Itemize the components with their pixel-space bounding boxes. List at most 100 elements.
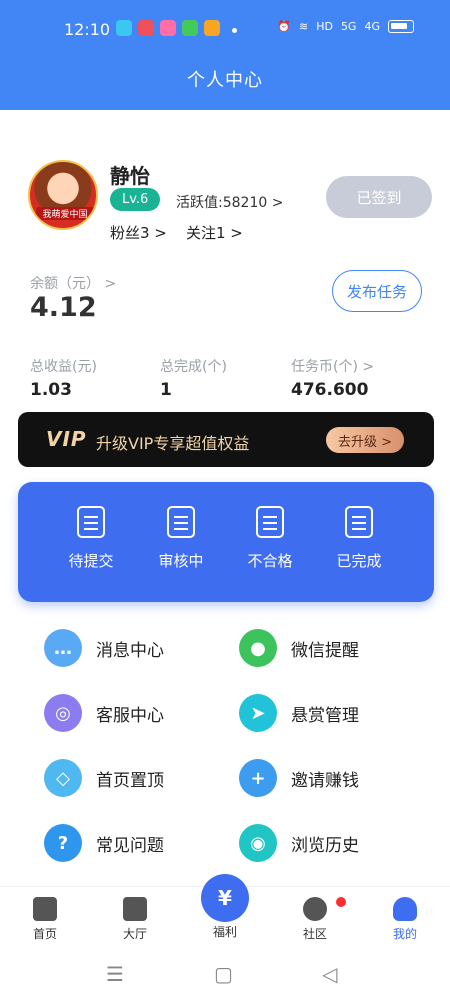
stat-total-completed: 总完成(个) 1 bbox=[160, 356, 227, 400]
hd-icon: HD bbox=[316, 20, 333, 33]
system-status-icons: ⏰ ≋ HD 5G 4G bbox=[277, 20, 414, 33]
app-notification-icon bbox=[116, 20, 132, 36]
clipboard-icon bbox=[77, 506, 105, 538]
menu-item-pin-top[interactable]: ◇ 首页置顶 bbox=[44, 758, 164, 798]
menu-label: 浏览历史 bbox=[291, 835, 359, 856]
wechat-icon: ● bbox=[239, 629, 277, 667]
vip-banner[interactable]: VIP 升级VIP专享超值权益 去升级 > bbox=[18, 412, 434, 467]
app-notification-icon bbox=[138, 20, 154, 36]
task-label: 不合格 bbox=[247, 552, 293, 570]
menu-item-customer-service[interactable]: ◎ 客服中心 bbox=[44, 693, 164, 733]
task-under-review[interactable]: 审核中 bbox=[146, 506, 216, 571]
task-rejected[interactable]: 不合格 bbox=[235, 506, 305, 571]
back-icon[interactable]: ◁ bbox=[322, 962, 337, 986]
nav-label: 福利 bbox=[212, 925, 237, 939]
upgrade-button[interactable]: 去升级 > bbox=[326, 427, 404, 453]
menu-label: 悬赏管理 bbox=[291, 705, 359, 726]
menu-item-wechat[interactable]: ● 微信提醒 bbox=[239, 628, 359, 668]
menu-label: 微信提醒 bbox=[291, 640, 359, 661]
nav-hall[interactable]: 大厅 bbox=[105, 897, 165, 942]
customer-service-icon: ◎ bbox=[44, 694, 82, 732]
notification-icons bbox=[116, 20, 220, 36]
nav-mine[interactable]: 我的 bbox=[375, 897, 435, 942]
header-bar: 12:10 ⏰ ≋ HD 5G 4G 个人中心 bbox=[0, 0, 450, 110]
invite-icon: + bbox=[239, 759, 277, 797]
warning-doc-icon bbox=[256, 506, 284, 538]
menu-label: 常见问题 bbox=[96, 835, 164, 856]
user-icon bbox=[393, 897, 417, 921]
task-pending-submit[interactable]: 待提交 bbox=[56, 506, 126, 571]
menu-label: 客服中心 bbox=[96, 705, 164, 726]
menu-item-history[interactable]: ◉ 浏览历史 bbox=[239, 823, 359, 863]
avatar-caption: 我萌爱中国 bbox=[36, 207, 94, 220]
stats-row: 总收益(元) 1.03 总完成(个) 1 任务币(个) > 476.600 bbox=[30, 356, 430, 400]
task-completed[interactable]: 已完成 bbox=[324, 506, 394, 571]
alarm-icon: ⏰ bbox=[277, 20, 291, 33]
task-status-card: 待提交 审核中 不合格 已完成 bbox=[18, 482, 434, 602]
history-icon: ◉ bbox=[239, 824, 277, 862]
phone-icon bbox=[182, 20, 198, 36]
compass-icon bbox=[303, 897, 327, 921]
task-label: 已完成 bbox=[336, 552, 382, 570]
profile-section: 我萌爱中国 静怡 Lv.6 活跃值:58210 > 粉丝3 > 关注1 > 已签… bbox=[28, 160, 432, 250]
stat-value: 1.03 bbox=[30, 380, 72, 400]
stat-label: 总收益(元) bbox=[30, 359, 97, 375]
nav-home[interactable]: 首页 bbox=[15, 897, 75, 942]
publish-task-button[interactable]: 发布任务 bbox=[332, 270, 422, 312]
follow-link[interactable]: 关注1 > bbox=[186, 222, 243, 243]
nav-label: 首页 bbox=[32, 927, 57, 941]
notification-badge bbox=[336, 897, 346, 907]
signal-icon: 5G bbox=[340, 20, 357, 33]
signal-icon: 4G bbox=[364, 20, 380, 33]
stat-value: 1 bbox=[160, 380, 172, 400]
activity-value-link[interactable]: 活跃值:58210 > bbox=[176, 192, 283, 212]
calendar-icon bbox=[123, 897, 147, 921]
nav-label: 大厅 bbox=[122, 927, 147, 941]
menu-item-faq[interactable]: ? 常见问题 bbox=[44, 823, 164, 863]
stat-value: 476.600 bbox=[291, 380, 369, 400]
faq-icon: ? bbox=[44, 824, 82, 862]
page-title: 个人中心 bbox=[187, 70, 263, 91]
vip-text: 升级VIP专享超值权益 bbox=[96, 434, 250, 453]
stat-total-income: 总收益(元) 1.03 bbox=[30, 356, 97, 400]
send-icon: ➤ bbox=[239, 694, 277, 732]
nav-label: 我的 bbox=[392, 927, 417, 941]
review-icon bbox=[167, 506, 195, 538]
app-notification-icon bbox=[160, 20, 176, 36]
balance-label[interactable]: 余额（元） > bbox=[30, 273, 116, 293]
pin-icon: ◇ bbox=[44, 759, 82, 797]
level-badge: Lv.6 bbox=[110, 188, 161, 211]
battery-icon bbox=[388, 20, 414, 33]
avatar[interactable]: 我萌爱中国 bbox=[28, 160, 98, 230]
wifi-icon: ≋ bbox=[298, 20, 309, 33]
welfare-money-bag-icon[interactable]: ¥ bbox=[201, 874, 249, 922]
status-time: 12:10 bbox=[64, 20, 111, 39]
system-nav-bar: ☰ ▢ ◁ bbox=[0, 948, 450, 1000]
menu-label: 消息中心 bbox=[96, 640, 164, 661]
signed-in-button[interactable]: 已签到 bbox=[326, 176, 432, 218]
home-icon bbox=[33, 897, 57, 921]
vip-logo: VIP bbox=[46, 427, 87, 451]
status-bar: 12:10 ⏰ ≋ HD 5G 4G bbox=[0, 16, 450, 44]
more-dot-icon bbox=[232, 28, 237, 33]
task-label: 待提交 bbox=[68, 552, 114, 570]
nav-welfare[interactable]: 福利 bbox=[195, 923, 255, 940]
stat-task-coins[interactable]: 任务币(个) > 476.600 bbox=[291, 356, 374, 400]
fans-link[interactable]: 粉丝3 > bbox=[110, 222, 167, 243]
menu-item-invite[interactable]: + 邀请赚钱 bbox=[239, 758, 359, 798]
nav-label: 社区 bbox=[302, 927, 327, 941]
task-label: 审核中 bbox=[158, 552, 204, 570]
check-doc-icon bbox=[345, 506, 373, 538]
weibo-icon bbox=[204, 20, 220, 36]
stat-label: 总完成(个) bbox=[160, 359, 227, 375]
home-square-icon[interactable]: ▢ bbox=[214, 962, 233, 986]
menu-label: 首页置顶 bbox=[96, 770, 164, 791]
user-name: 静怡 bbox=[110, 164, 150, 188]
menu-icon[interactable]: ☰ bbox=[106, 962, 124, 986]
stat-label: 任务币(个) > bbox=[291, 359, 375, 375]
balance-value: 4.12 bbox=[30, 292, 97, 323]
menu-item-reward-manage[interactable]: ➤ 悬赏管理 bbox=[239, 693, 359, 733]
menu-item-messages[interactable]: … 消息中心 bbox=[44, 628, 164, 668]
message-icon: … bbox=[44, 629, 82, 667]
menu-label: 邀请赚钱 bbox=[291, 770, 359, 791]
